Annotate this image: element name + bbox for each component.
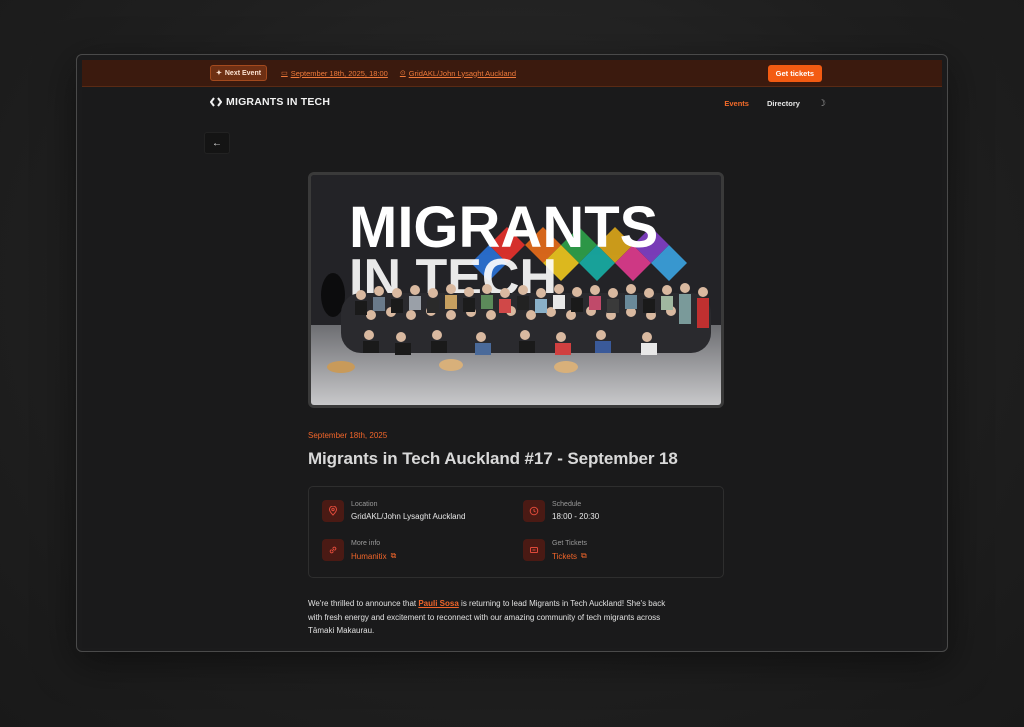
clock-icon — [523, 500, 545, 522]
description-before: We're thrilled to announce that — [308, 599, 419, 608]
event-hero-image: MIGRANTS IN TECH — [308, 172, 724, 408]
next-event-badge: ✦ Next Event — [210, 65, 268, 81]
moon-icon[interactable]: ☽ — [818, 98, 826, 109]
location-value: GridAKL/John Lysaght Auckland — [351, 512, 466, 521]
next-event-banner: ✦ Next Event ▭ September 18th, 2025, 18:… — [82, 60, 942, 87]
detail-location: Location GridAKL/John Lysaght Auckland — [322, 500, 465, 522]
event-date: September 18th, 2025 — [308, 431, 388, 440]
schedule-value: 18:00 - 20:30 — [552, 512, 600, 521]
ticket-icon — [523, 539, 545, 561]
get-tickets-button[interactable]: Get tickets — [767, 65, 822, 82]
logo-mark-icon — [210, 97, 222, 107]
logo-text: MIGRANTS IN TECH — [226, 96, 331, 108]
sparkle-icon: ✦ — [216, 70, 222, 77]
location-label: Location — [351, 501, 378, 508]
page: ✦ Next Event ▭ September 18th, 2025, 18:… — [82, 60, 942, 648]
get-tickets-label: Get Tickets — [552, 540, 588, 547]
site-logo[interactable]: MIGRANTS IN TECH — [210, 96, 330, 108]
browser-window: ✦ Next Event ▭ September 18th, 2025, 18:… — [76, 54, 948, 652]
top-navbar: MIGRANTS IN TECH Events Directory ☽ — [82, 87, 942, 117]
nav-link-events[interactable]: Events — [724, 99, 749, 108]
arrow-left-icon: ← — [212, 137, 222, 149]
banner-date-link[interactable]: ▭ September 18th, 2025, 18:00 — [281, 69, 388, 78]
hero-illustration: MIGRANTS IN TECH — [311, 175, 721, 405]
banner-date-text: September 18th, 2025, 18:00 — [290, 68, 388, 78]
external-link-icon: ⧉ — [581, 551, 587, 560]
next-event-label: Next Event — [224, 69, 262, 77]
host-link[interactable]: Pauli Sosa — [418, 599, 458, 608]
calendar-icon: ▭ — [281, 70, 288, 77]
link-icon — [322, 539, 344, 561]
event-title: Migrants in Tech Auckland #17 - Septembe… — [308, 449, 678, 468]
detail-schedule: Schedule 18:00 - 20:30 — [523, 500, 599, 522]
tickets-link-text: Tickets — [552, 551, 578, 561]
humanitix-link-text: Humanitix — [351, 551, 387, 561]
more-info-label: More info — [351, 540, 381, 547]
banner-location-link[interactable]: ⊙ GridAKL/John Lysaght Auckland — [400, 69, 516, 78]
nav-links: Events Directory ☽ — [724, 98, 826, 109]
detail-more-info: More info Humanitix ⧉ — [322, 539, 396, 561]
detail-get-tickets: Get Tickets Tickets ⧉ — [523, 539, 587, 561]
nav-link-directory[interactable]: Directory — [767, 99, 800, 108]
map-pin-icon: ⊙ — [399, 70, 406, 77]
schedule-label: Schedule — [552, 501, 582, 508]
external-link-icon: ⧉ — [390, 551, 397, 560]
event-description: We're thrilled to announce that Pauli So… — [308, 597, 668, 638]
humanitix-link[interactable]: Humanitix ⧉ — [351, 551, 396, 561]
back-button[interactable]: ← — [204, 132, 230, 154]
banner-location-text: GridAKL/John Lysaght Auckland — [408, 68, 517, 78]
tickets-link[interactable]: Tickets ⧉ — [552, 551, 587, 561]
map-pin-icon — [322, 500, 344, 522]
event-details-card: Location GridAKL/John Lysaght Auckland S… — [308, 486, 724, 578]
